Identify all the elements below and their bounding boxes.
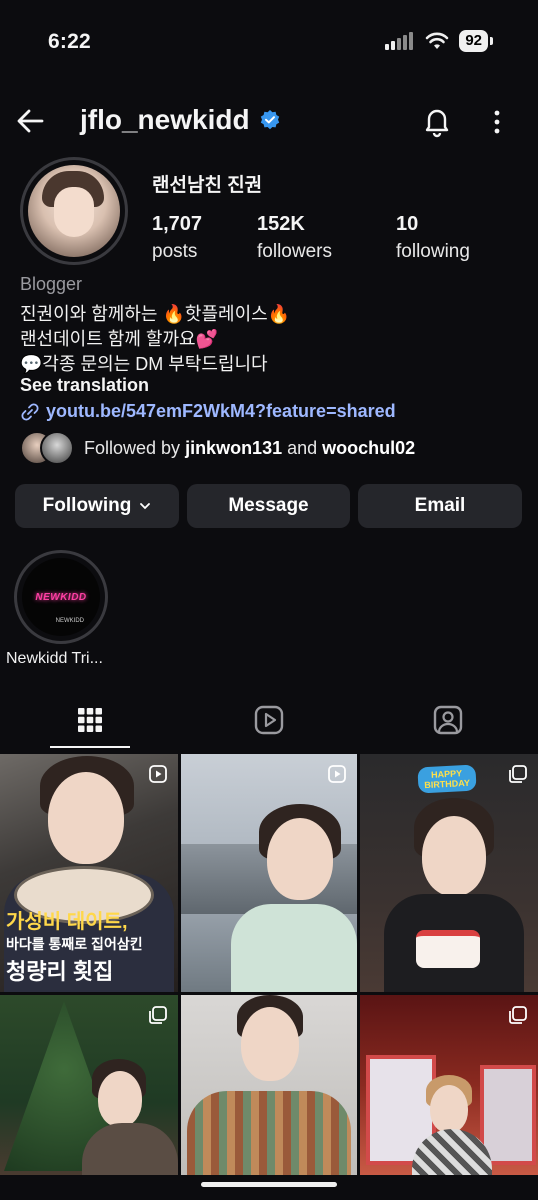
username-text: jflo_newkidd bbox=[80, 104, 250, 135]
following-button[interactable]: Following bbox=[15, 484, 179, 528]
home-indicator[interactable] bbox=[201, 1182, 337, 1187]
cake bbox=[416, 930, 480, 968]
following-count: 10 bbox=[396, 213, 419, 235]
more-options-icon[interactable] bbox=[484, 106, 510, 138]
profile-username: jflo_newkidd bbox=[80, 104, 280, 136]
display-name: 랜선남친 진권 bbox=[152, 175, 263, 196]
wifi-icon bbox=[426, 32, 449, 49]
cellular-signal-icon bbox=[385, 32, 414, 50]
followers-count: 152K bbox=[257, 213, 305, 235]
chevron-down-icon bbox=[140, 503, 151, 510]
followed-by[interactable]: Followed by jinkwon131 and woochul02 bbox=[20, 431, 415, 465]
followed-by-text: Followed by jinkwon131 and woochul02 bbox=[84, 437, 416, 458]
carousel-badge-icon bbox=[509, 1006, 527, 1024]
status-icons: 92 bbox=[385, 30, 493, 52]
bio-line: 진권이와 함께하는 🔥핫플레이스🔥 bbox=[20, 304, 291, 324]
following-stat[interactable]: 10 following bbox=[396, 211, 470, 265]
following-label: following bbox=[396, 241, 470, 262]
post-tile[interactable]: HAPPY BIRTHDAY bbox=[360, 754, 538, 992]
bio-line: 💬각종 문의는 DM 부탁드립니다 bbox=[20, 354, 268, 374]
posts-count: 1,707 bbox=[152, 213, 203, 235]
status-time: 6:22 bbox=[48, 30, 91, 53]
post-tile[interactable] bbox=[181, 754, 357, 992]
carousel-badge-icon bbox=[509, 765, 527, 783]
link-icon bbox=[21, 402, 39, 421]
posts-label: posts bbox=[152, 241, 198, 262]
tagged-tab-icon[interactable] bbox=[430, 702, 466, 738]
highlight-label: Newkidd Tri... bbox=[6, 650, 103, 667]
post-caption: 가성비 데이트, 바다를 통째로 집어삼킨 청량리 횟집 bbox=[6, 911, 143, 984]
avatar-image bbox=[28, 165, 120, 257]
story-highlight[interactable]: NEWKIDD NEWKIDD bbox=[14, 550, 108, 644]
bio-link-text: youtu.be/547emF2WkM4?feature=shared bbox=[46, 401, 396, 421]
back-arrow-icon[interactable] bbox=[14, 104, 48, 138]
reel-badge-icon bbox=[328, 765, 346, 783]
highlight-small-text: NEWKIDD bbox=[55, 618, 84, 624]
notification-bell-icon[interactable] bbox=[420, 104, 454, 138]
post-tile[interactable] bbox=[360, 995, 538, 1175]
reel-badge-icon bbox=[149, 765, 167, 783]
bio-line: 랜선데이트 함께 할까요💕 bbox=[20, 329, 219, 349]
followers-stat[interactable]: 152K followers bbox=[257, 211, 332, 265]
post-tile[interactable] bbox=[0, 995, 178, 1175]
message-button[interactable]: Message bbox=[187, 484, 350, 528]
mutual-avatars bbox=[20, 431, 74, 465]
posts-stat[interactable]: 1,707 posts bbox=[152, 211, 202, 265]
active-tab-indicator bbox=[50, 746, 130, 748]
see-translation-link[interactable]: See translation bbox=[20, 375, 149, 396]
birthday-banner: HAPPY BIRTHDAY bbox=[417, 764, 477, 794]
highlight-cover: NEWKIDD NEWKIDD bbox=[22, 558, 100, 636]
profile-avatar[interactable] bbox=[20, 157, 128, 265]
email-button[interactable]: Email bbox=[358, 484, 522, 528]
grid-tab-icon[interactable] bbox=[72, 702, 108, 738]
battery-indicator: 92 bbox=[459, 30, 493, 52]
profile-category: Blogger bbox=[20, 274, 83, 294]
following-button-label: Following bbox=[42, 495, 132, 516]
highlight-logo: NEWKIDD bbox=[35, 591, 87, 603]
post-tile[interactable] bbox=[181, 995, 357, 1175]
bio-link[interactable]: youtu.be/547emF2WkM4?feature=shared bbox=[20, 401, 396, 422]
reels-tab-icon[interactable] bbox=[251, 702, 287, 738]
post-tile[interactable]: 가성비 데이트, 바다를 통째로 집어삼킨 청량리 횟집 bbox=[0, 754, 178, 992]
followers-label: followers bbox=[257, 241, 332, 262]
carousel-badge-icon bbox=[149, 1006, 167, 1024]
avatar bbox=[40, 431, 74, 465]
verified-badge-icon bbox=[260, 110, 279, 130]
